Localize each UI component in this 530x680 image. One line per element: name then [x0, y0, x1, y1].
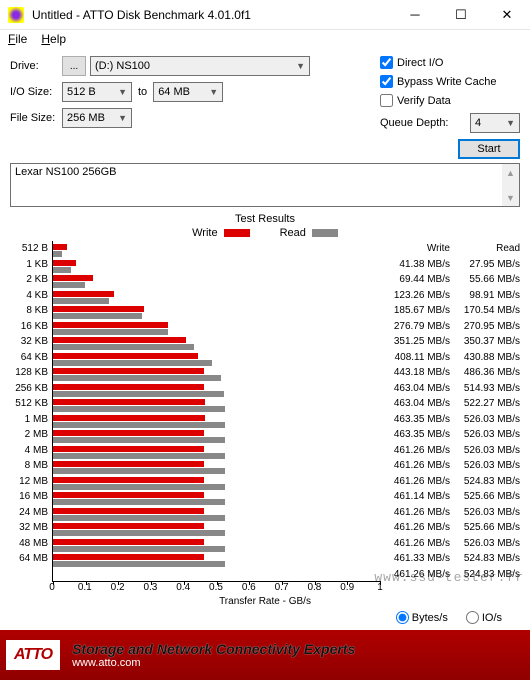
titlebar: Untitled - ATTO Disk Benchmark 4.01.0f1 …: [0, 0, 530, 30]
verify-data-checkbox[interactable]: Verify Data: [380, 94, 520, 107]
chevron-down-icon: ▼: [118, 113, 127, 123]
value-row: 463.04 MB/s522.27 MB/s: [380, 396, 520, 412]
watermark: www.ssd-tester.fr: [374, 570, 524, 585]
value-row: 461.26 MB/s526.03 MB/s: [380, 458, 520, 474]
bypass-cache-checkbox[interactable]: Bypass Write Cache: [380, 75, 520, 88]
results-title: Test Results: [10, 213, 520, 225]
legend-write: Write: [192, 227, 249, 239]
io-size-from-select[interactable]: 512 B▼: [62, 82, 132, 102]
chart-bars: [52, 241, 380, 582]
results-values: WriteRead 41.38 MB/s27.95 MB/s69.44 MB/s…: [380, 241, 520, 582]
unit-selector: Bytes/s IO/s: [10, 607, 520, 628]
value-row: 461.26 MB/s525.66 MB/s: [380, 520, 520, 536]
scroll-up-icon[interactable]: ▲: [502, 164, 519, 181]
io-size-label: I/O Size:: [10, 86, 62, 98]
y-axis-labels: 512 B1 KB2 KB4 KB8 KB16 KB32 KB64 KB128 …: [10, 241, 52, 582]
app-icon: [8, 7, 24, 23]
value-row: 351.25 MB/s350.37 MB/s: [380, 334, 520, 350]
value-row: 123.26 MB/s98.91 MB/s: [380, 288, 520, 304]
maximize-button[interactable]: ☐: [438, 0, 484, 30]
results-panel: Test Results Write Read 512 B1 KB2 KB4 K…: [0, 207, 530, 630]
value-row: 69.44 MB/s55.66 MB/s: [380, 272, 520, 288]
minimize-button[interactable]: ─: [392, 0, 438, 30]
value-row: 41.38 MB/s27.95 MB/s: [380, 257, 520, 273]
footer-tagline: Storage and Network Connectivity Experts: [72, 641, 355, 657]
chevron-down-icon: ▼: [209, 87, 218, 97]
file-size-select[interactable]: 256 MB▼: [62, 108, 132, 128]
description-box[interactable]: Lexar NS100 256GB ▲ ▼: [10, 163, 520, 207]
io-to-label: to: [138, 86, 147, 98]
value-row: 463.04 MB/s514.93 MB/s: [380, 381, 520, 397]
menu-file[interactable]: File: [8, 32, 27, 46]
queue-depth-label: Queue Depth:: [380, 117, 470, 129]
chevron-down-icon: ▼: [506, 118, 515, 128]
chart-legend: Write Read: [10, 227, 520, 239]
controls-panel: Drive: ... (D:) NS100▼ I/O Size: 512 B▼ …: [0, 48, 530, 163]
value-row: 276.79 MB/s270.95 MB/s: [380, 319, 520, 335]
unit-io-radio[interactable]: IO/s: [466, 611, 502, 624]
x-axis-label: Transfer Rate - GB/s: [10, 596, 520, 607]
queue-depth-select[interactable]: 4▼: [470, 113, 520, 133]
scroll-down-icon[interactable]: ▼: [502, 189, 519, 206]
drive-select[interactable]: (D:) NS100▼: [90, 56, 310, 76]
value-row: 461.26 MB/s526.03 MB/s: [380, 505, 520, 521]
footer-url: www.atto.com: [72, 657, 355, 669]
value-row: 463.35 MB/s526.03 MB/s: [380, 427, 520, 443]
direct-io-checkbox[interactable]: Direct I/O: [380, 56, 520, 69]
start-button[interactable]: Start: [458, 139, 520, 159]
unit-bytes-radio[interactable]: Bytes/s: [396, 611, 448, 624]
atto-logo: ATTO: [6, 640, 60, 670]
value-row: 461.33 MB/s524.83 MB/s: [380, 551, 520, 567]
value-row: 408.11 MB/s430.88 MB/s: [380, 350, 520, 366]
menubar: File Help: [0, 30, 530, 48]
io-size-to-select[interactable]: 64 MB▼: [153, 82, 223, 102]
menu-help[interactable]: Help: [41, 32, 66, 46]
drive-browse-button[interactable]: ...: [62, 56, 86, 76]
legend-read: Read: [280, 227, 338, 239]
file-size-label: File Size:: [10, 112, 62, 124]
value-row: 463.35 MB/s526.03 MB/s: [380, 412, 520, 428]
chevron-down-icon: ▼: [296, 61, 305, 71]
scrollbar[interactable]: ▲ ▼: [502, 164, 519, 206]
description-text: Lexar NS100 256GB: [15, 166, 117, 178]
value-row: 185.67 MB/s170.54 MB/s: [380, 303, 520, 319]
value-row: 461.26 MB/s524.83 MB/s: [380, 474, 520, 490]
value-row: 461.14 MB/s525.66 MB/s: [380, 489, 520, 505]
x-axis-ticks: 00.10.20.30.40.50.60.70.80.91: [52, 582, 380, 594]
value-row: 461.26 MB/s526.03 MB/s: [380, 536, 520, 552]
window-title: Untitled - ATTO Disk Benchmark 4.01.0f1: [32, 8, 392, 22]
drive-label: Drive:: [10, 60, 62, 72]
values-header: WriteRead: [380, 241, 520, 257]
close-button[interactable]: ✕: [484, 0, 530, 30]
value-row: 461.26 MB/s526.03 MB/s: [380, 443, 520, 459]
footer-banner: ATTO Storage and Network Connectivity Ex…: [0, 630, 530, 680]
chevron-down-icon: ▼: [118, 87, 127, 97]
value-row: 443.18 MB/s486.36 MB/s: [380, 365, 520, 381]
